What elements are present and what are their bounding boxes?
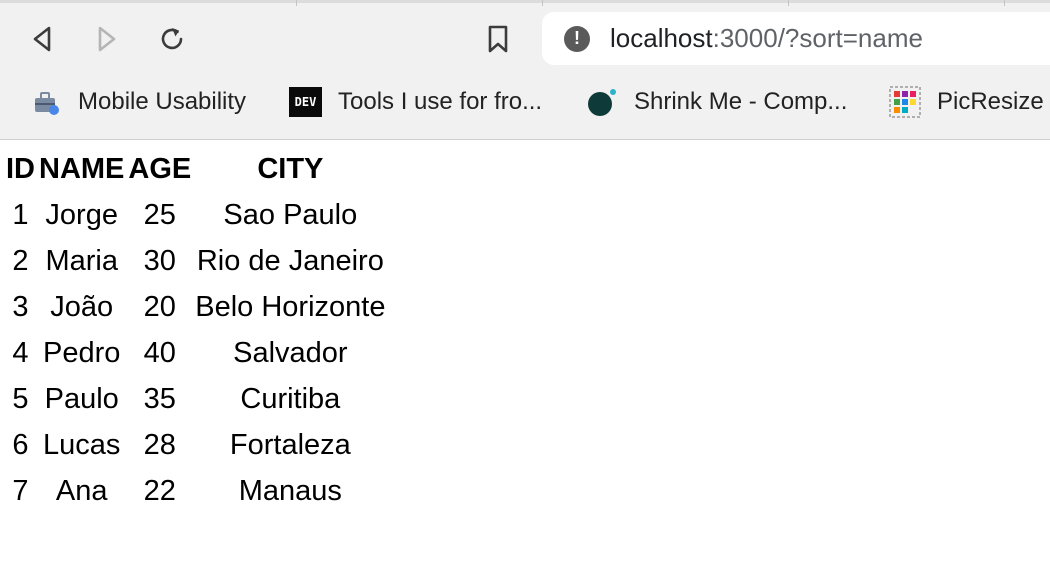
cell-age: 20: [143, 290, 176, 323]
bookmark-label: PicResize: [937, 88, 1044, 115]
forward-button[interactable]: [87, 19, 127, 59]
cell-name: Jorge: [45, 198, 118, 231]
cell-name: Pedro: [43, 336, 121, 369]
table-row: 3 João 20 Belo Horizonte: [6, 286, 385, 328]
cell-name: Maria: [45, 244, 118, 277]
cell-age: 25: [143, 198, 176, 231]
url-text[interactable]: localhost:3000/?sort=name: [610, 23, 923, 54]
tab-strip-edge: [0, 0, 1050, 3]
cell-city: Manaus: [238, 474, 342, 507]
tab-divider: [542, 0, 543, 6]
cell-city: Curitiba: [240, 382, 341, 415]
cell-city: Salvador: [233, 336, 348, 369]
users-table: ID NAME AGE CITY 1 Jorge 25 Sao Paulo 2 …: [2, 144, 389, 516]
url-host: localhost: [610, 23, 713, 53]
table-row: 1 Jorge 25 Sao Paulo: [6, 194, 385, 236]
bookmark-mobile-usability[interactable]: Mobile Usability: [30, 80, 246, 124]
header-id: ID: [6, 152, 35, 185]
site-info-icon[interactable]: !: [564, 25, 590, 52]
cell-age: 28: [143, 428, 176, 461]
bookmark-shrink-me[interactable]: Shrink Me - Comp...: [586, 80, 847, 124]
page-content: ID NAME AGE CITY 1 Jorge 25 Sao Paulo 2 …: [0, 140, 389, 516]
cell-id: 3: [12, 290, 29, 323]
tab-divider: [296, 0, 297, 6]
bookmarks-bar: Mobile Usability DEV Tools I use for fro…: [0, 80, 1050, 124]
bookmark-label: Tools I use for fro...: [338, 88, 543, 115]
header-age: AGE: [128, 152, 192, 185]
cell-name: Lucas: [43, 428, 121, 461]
table-row: 5 Paulo 35 Curitiba: [6, 378, 385, 420]
cell-id: 5: [12, 382, 29, 415]
reload-button[interactable]: [152, 19, 192, 59]
cell-id: 6: [12, 428, 29, 461]
table-row: 4 Pedro 40 Salvador: [6, 332, 385, 374]
table-header-row: ID NAME AGE CITY: [6, 148, 385, 190]
bookmark-label: Shrink Me - Comp...: [634, 88, 848, 115]
table-row: 6 Lucas 28 Fortaleza: [6, 424, 385, 466]
table-row: 7 Ana 22 Manaus: [6, 470, 385, 512]
tab-divider: [1004, 0, 1005, 6]
cell-age: 40: [143, 336, 176, 369]
browser-chrome: ! localhost:3000/?sort=name Mobile Usabi…: [0, 0, 1050, 140]
url-path: :3000/?sort=name: [712, 23, 923, 53]
cell-name: Ana: [55, 474, 108, 507]
cell-id: 1: [12, 198, 29, 231]
bookmark-button[interactable]: [478, 19, 518, 59]
bookmark-icon: [488, 25, 508, 53]
cell-city: Rio de Janeiro: [196, 244, 384, 277]
bookmark-label: Mobile Usability: [78, 88, 247, 115]
back-button[interactable]: [22, 19, 62, 59]
table-row: 2 Maria 30 Rio de Janeiro: [6, 240, 385, 282]
header-city: CITY: [257, 152, 324, 185]
dev-icon: DEV: [289, 87, 322, 117]
cell-age: 35: [143, 382, 176, 415]
cell-age: 30: [143, 244, 176, 277]
bookmark-tools[interactable]: DEV Tools I use for fro...: [289, 80, 542, 124]
picresize-icon: [889, 86, 921, 118]
toolbox-icon: [30, 86, 62, 118]
forward-icon: [98, 26, 116, 52]
cell-city: Sao Paulo: [223, 198, 358, 231]
tab-divider: [788, 0, 789, 6]
header-name: NAME: [39, 152, 125, 185]
cell-name: Paulo: [44, 382, 119, 415]
cell-city: Belo Horizonte: [195, 290, 386, 323]
back-icon: [33, 26, 51, 52]
reload-icon: [161, 28, 183, 50]
cell-city: Fortaleza: [229, 428, 351, 461]
address-bar[interactable]: ! localhost:3000/?sort=name: [542, 12, 1050, 65]
cell-id: 7: [12, 474, 29, 507]
shrinkme-icon: [586, 86, 618, 118]
cell-id: 2: [12, 244, 29, 277]
cell-id: 4: [12, 336, 29, 369]
cell-age: 22: [143, 474, 176, 507]
bookmark-picresize[interactable]: PicResize: [889, 80, 1044, 124]
cell-name: João: [50, 290, 114, 323]
